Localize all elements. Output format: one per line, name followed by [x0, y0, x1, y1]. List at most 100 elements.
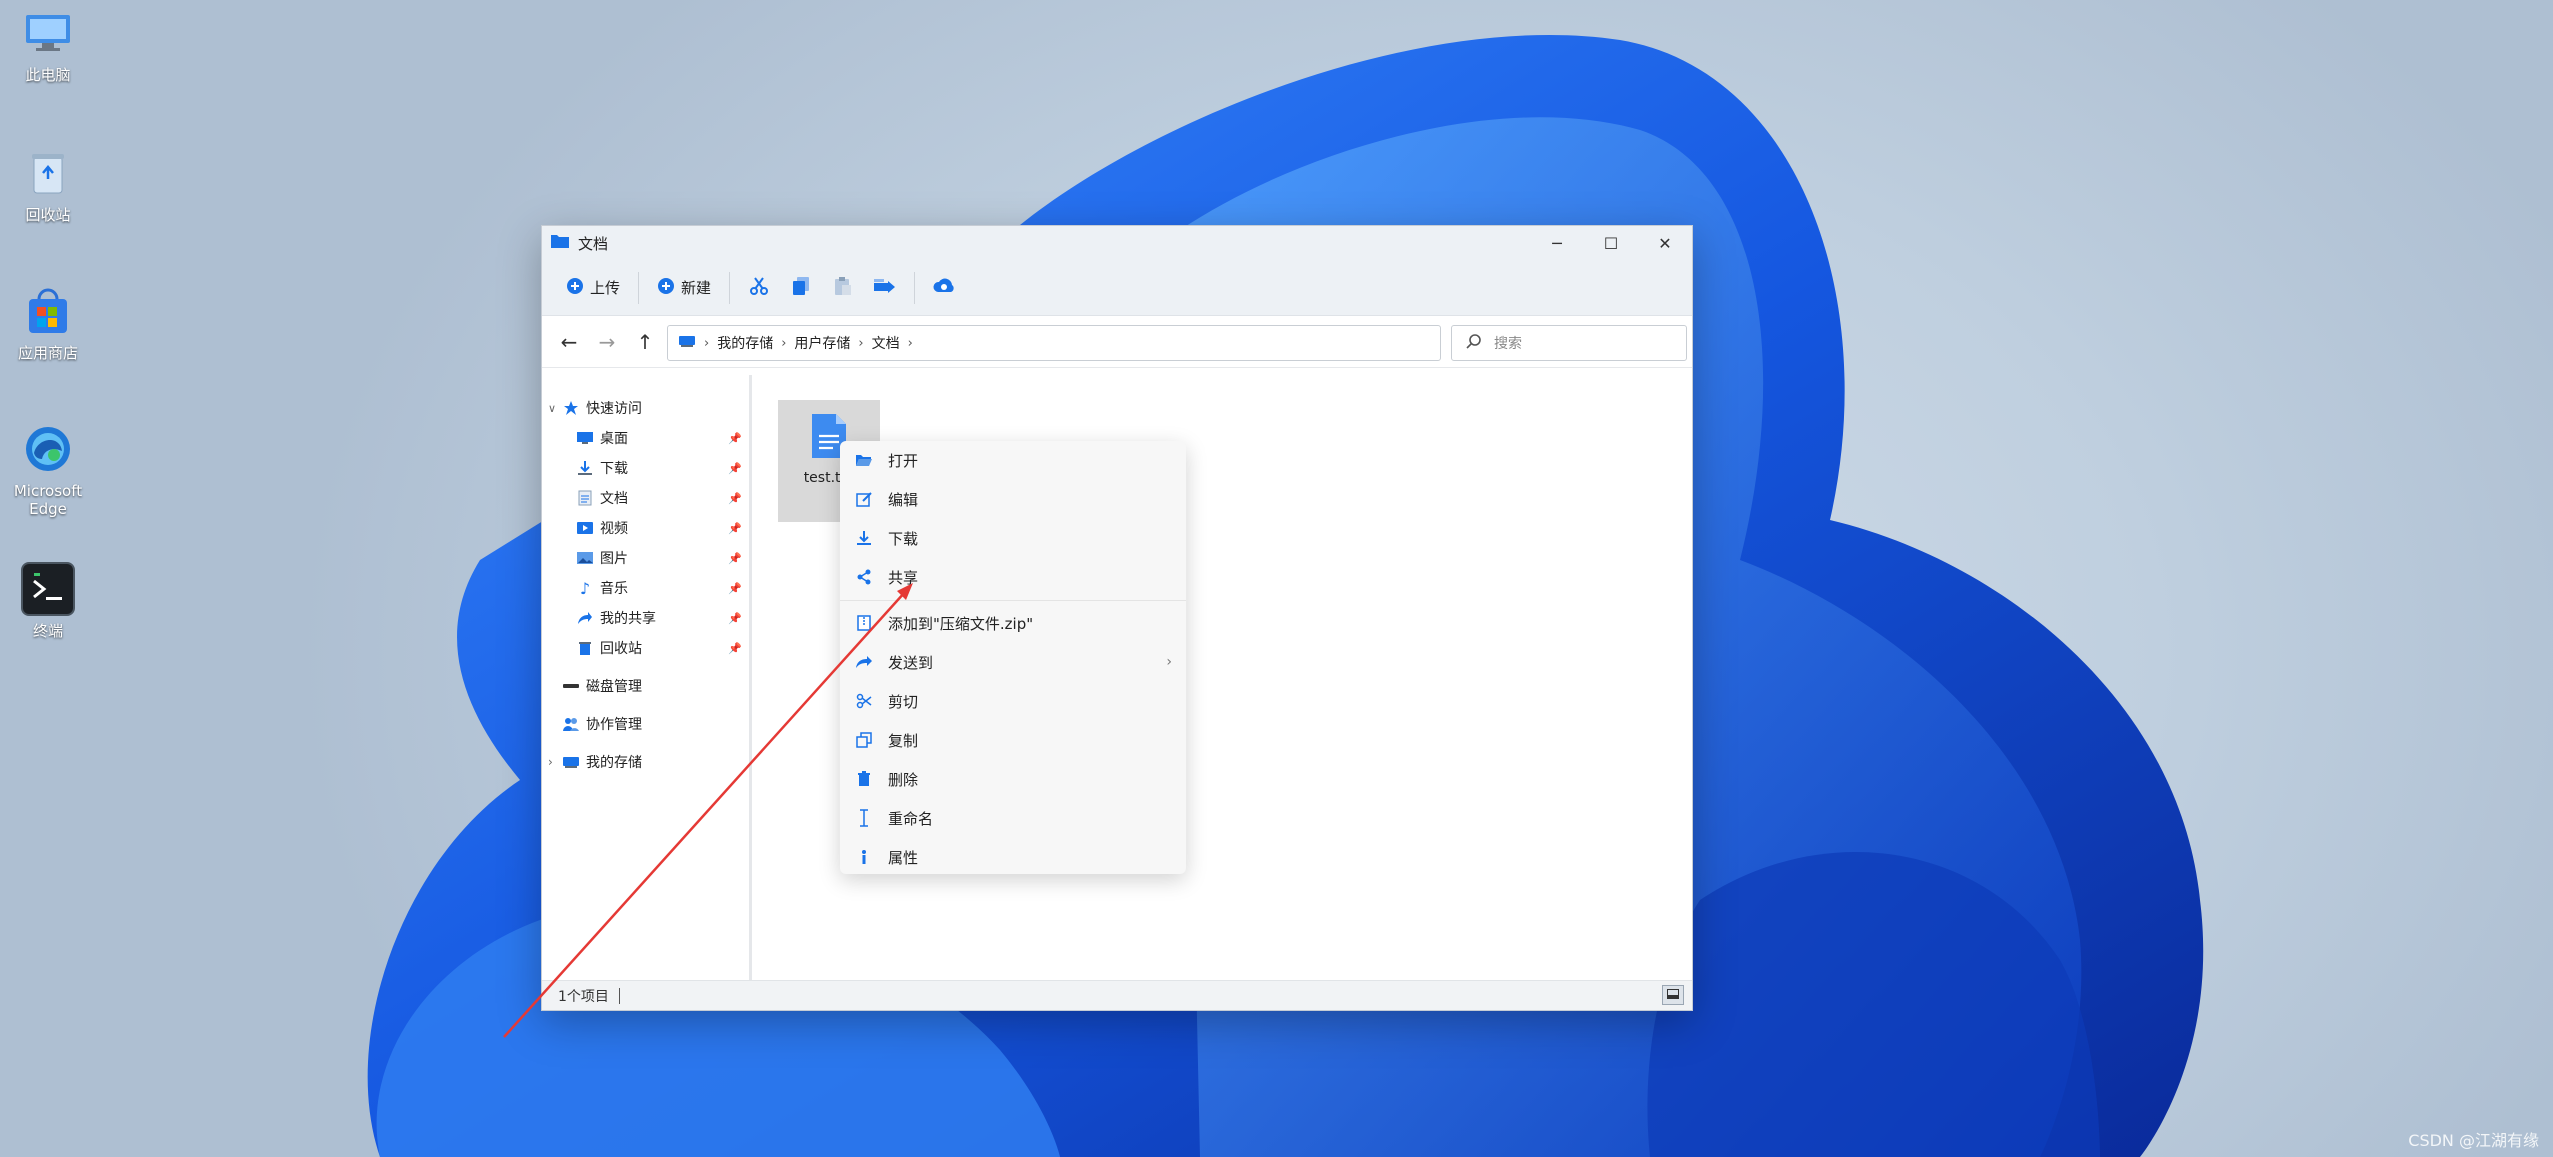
- collaboration-icon: [562, 715, 580, 733]
- close-icon: ✕: [1658, 233, 1672, 253]
- desktop-icon-label: 此电脑: [25, 66, 71, 84]
- trash-icon: [576, 639, 594, 657]
- desktop-icon: [576, 429, 594, 447]
- menu-item-label: 重命名: [888, 809, 934, 828]
- sidebar-item-collab-management[interactable]: 协作管理: [562, 709, 762, 739]
- menu-separator: [840, 600, 1186, 601]
- folder-open-icon: [854, 450, 874, 470]
- toolbar-divider: [638, 271, 640, 304]
- menu-item-send-to[interactable]: 发送到 ›: [840, 643, 1186, 681]
- desktop-icon-app-store[interactable]: 应用商店: [8, 284, 88, 362]
- up-button[interactable]: ↑: [626, 324, 664, 360]
- cut-button[interactable]: [738, 270, 780, 306]
- menu-item-properties[interactable]: 属性: [840, 838, 1186, 876]
- recycle-bin-icon: [21, 146, 75, 200]
- breadcrumb-item[interactable]: 我的存储: [717, 333, 773, 353]
- desktop-icon-label: 应用商店: [17, 344, 78, 362]
- computer-icon: [21, 6, 75, 60]
- status-divider: [618, 987, 620, 1004]
- pin-icon: 📌: [728, 641, 742, 655]
- navigation-pane: ∨ 快速访问 桌面 📌 下载 📌 文档 📌 视频 📌 图片 📌 ♪ 音乐 📌 我…: [542, 375, 752, 983]
- sidebar-item-pictures[interactable]: 图片 📌: [576, 543, 742, 573]
- desktop-icon-this-pc[interactable]: 此电脑: [8, 6, 88, 84]
- menu-item-label: 编辑: [888, 490, 919, 509]
- sidebar-item-recycle-bin[interactable]: 回收站 📌: [576, 633, 742, 663]
- minimize-button[interactable]: ─: [1530, 226, 1584, 260]
- edit-icon: [854, 489, 874, 509]
- sidebar-item-desktop[interactable]: 桌面 📌: [576, 423, 742, 453]
- title-bar[interactable]: 文档 ─ ☐ ✕: [542, 226, 1692, 260]
- sidebar-item-label: 回收站: [600, 641, 642, 657]
- desktop-icon-label: 终端: [32, 622, 63, 640]
- sidebar-item-music[interactable]: ♪ 音乐 📌: [576, 573, 742, 603]
- new-label: 新建: [681, 279, 712, 297]
- sidebar-item-label: 视频: [600, 521, 628, 537]
- search-icon: [1466, 333, 1482, 353]
- sidebar-item-videos[interactable]: 视频 📌: [576, 513, 742, 543]
- sidebar-item-my-shares[interactable]: 我的共享 📌: [576, 603, 742, 633]
- menu-item-rename[interactable]: 重命名: [840, 799, 1186, 837]
- chevron-right-icon: ›: [704, 335, 710, 351]
- plus-circle-icon: [657, 277, 675, 299]
- menu-item-open[interactable]: 打开: [840, 441, 1186, 479]
- text-cursor-icon: [854, 808, 874, 828]
- menu-item-add-to-zip[interactable]: 添加到"压缩文件.zip": [840, 604, 1186, 642]
- chevron-down-icon: ∨: [548, 401, 557, 415]
- star-icon: [562, 399, 580, 417]
- breadcrumb-item[interactable]: 文档: [872, 333, 900, 353]
- move-icon: [873, 277, 897, 299]
- sidebar-item-my-storage[interactable]: › 我的存储: [548, 747, 748, 777]
- chevron-right-icon: ›: [548, 755, 553, 769]
- menu-item-copy[interactable]: 复制: [840, 721, 1186, 759]
- desktop-icon-terminal[interactable]: 终端: [8, 562, 88, 640]
- arrow-left-icon: ←: [560, 329, 578, 354]
- pin-icon: 📌: [728, 581, 742, 595]
- folder-icon: [550, 233, 570, 253]
- sidebar-item-quick-access[interactable]: ∨ 快速访问: [548, 393, 748, 423]
- minimize-icon: ─: [1552, 233, 1562, 253]
- item-count: 1个项目: [558, 988, 609, 1005]
- desktop-icon-recycle-bin[interactable]: 回收站: [8, 146, 88, 224]
- sidebar-item-label: 下载: [600, 461, 628, 477]
- pin-icon: 📌: [728, 551, 742, 565]
- toolbar: 上传 新建: [542, 260, 1692, 316]
- trash-icon: [854, 769, 874, 789]
- menu-item-delete[interactable]: 删除: [840, 760, 1186, 798]
- sidebar-item-label: 协作管理: [586, 717, 642, 733]
- new-button[interactable]: 新建: [647, 271, 721, 305]
- desktop-icon-edge[interactable]: Microsoft Edge: [8, 422, 88, 518]
- sidebar-item-label: 我的共享: [600, 611, 656, 627]
- move-button[interactable]: [864, 270, 906, 306]
- details-pane-button[interactable]: [1662, 985, 1684, 1005]
- window-title: 文档: [578, 234, 609, 253]
- address-bar[interactable]: › 我的存储 › 用户存储 › 文档 ›: [667, 325, 1441, 361]
- upload-button[interactable]: 上传: [556, 271, 630, 305]
- menu-item-cut[interactable]: 剪切: [840, 682, 1186, 720]
- sidebar-item-downloads[interactable]: 下载 📌: [576, 453, 742, 483]
- storage-icon: [562, 753, 580, 771]
- menu-item-label: 发送到: [888, 653, 934, 672]
- menu-item-edit[interactable]: 编辑: [840, 480, 1186, 518]
- close-button[interactable]: ✕: [1638, 226, 1692, 260]
- desktop-icon-label: Microsoft Edge: [13, 482, 83, 518]
- sidebar-item-label: 音乐: [600, 581, 628, 597]
- back-button[interactable]: ←: [550, 324, 588, 360]
- menu-item-label: 打开: [888, 451, 919, 470]
- download-icon: [576, 459, 594, 477]
- music-note-icon: ♪: [579, 578, 591, 598]
- copy-button[interactable]: [780, 270, 822, 306]
- maximize-button[interactable]: ☐: [1584, 226, 1638, 260]
- menu-item-label: 下载: [888, 529, 919, 548]
- paste-button[interactable]: [822, 270, 864, 306]
- menu-item-share[interactable]: 共享: [840, 558, 1186, 596]
- menu-item-label: 删除: [888, 770, 919, 789]
- sidebar-item-documents[interactable]: 文档 📌: [576, 483, 742, 513]
- breadcrumb-item[interactable]: 用户存储: [794, 333, 850, 353]
- forward-button[interactable]: →: [588, 324, 626, 360]
- menu-item-download[interactable]: 下载: [840, 519, 1186, 557]
- cloud-sync-button[interactable]: [923, 270, 965, 306]
- search-input[interactable]: 搜索: [1451, 325, 1687, 361]
- copy-icon: [792, 276, 810, 300]
- maximize-icon: ☐: [1603, 233, 1619, 253]
- sidebar-item-disk-management[interactable]: 磁盘管理: [562, 671, 762, 701]
